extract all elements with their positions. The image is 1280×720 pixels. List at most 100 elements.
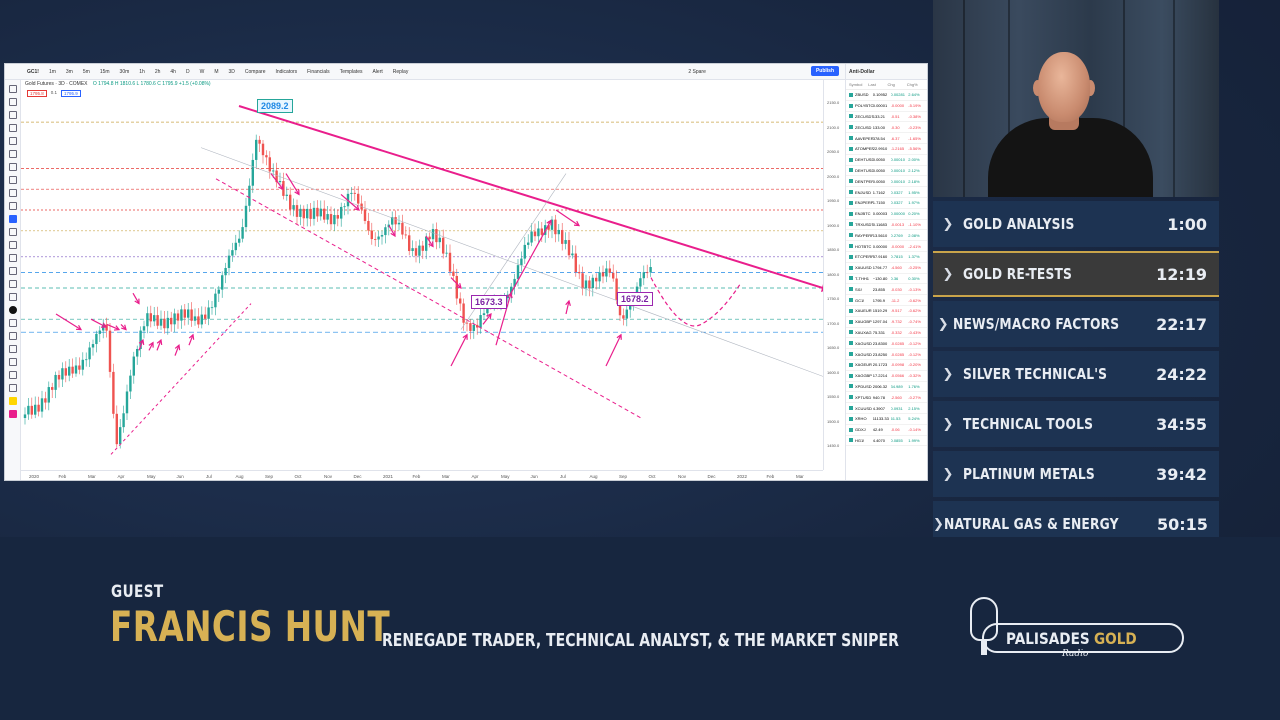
- color-picker-icon[interactable]: [8, 306, 17, 314]
- pattern-icon[interactable]: [8, 150, 17, 158]
- watchlist-row[interactable]: POLYBTC 0.00001 -0.0000 -5.19%: [846, 101, 927, 112]
- marker-icon[interactable]: [8, 358, 17, 366]
- chapter-item[interactable]: ❯ PLATINUM METALS 39:42: [933, 451, 1219, 497]
- watchlist-row[interactable]: XAUEUR 1519.29 -9.517 -0.62%: [846, 306, 927, 317]
- watchlist-row[interactable]: XAUGBP 1297.04 -9.732 -0.74%: [846, 317, 927, 328]
- trash-icon[interactable]: [8, 254, 17, 262]
- interval-3d[interactable]: 3D: [227, 68, 237, 76]
- watchlist-row[interactable]: XRHO 11133.33 61.53 5.24%: [846, 414, 927, 425]
- watchlist-row[interactable]: SI1! 23.855 -0.030 -0.13%: [846, 284, 927, 296]
- chapter-item[interactable]: ❯ SILVER TECHNICAL'S 24:22: [933, 351, 1219, 397]
- templates-button[interactable]: Templates: [338, 68, 365, 76]
- watchlist-row[interactable]: T-THH1 ~130.80 0.36 0.30%: [846, 274, 927, 285]
- brush-icon[interactable]: [8, 124, 17, 132]
- interval-m[interactable]: M: [212, 68, 220, 76]
- symbol-button[interactable]: GC1!: [25, 68, 41, 76]
- price-axis[interactable]: 2150.0 2100.0 2050.0 2000.0 1950.0 1900.0 1850…: [823, 80, 845, 470]
- yellow-swatch-icon[interactable]: [8, 397, 17, 405]
- interval-30m[interactable]: 30m: [118, 68, 132, 76]
- chapter-item[interactable]: ❯ NEWS/MACRO FACTORS 22:17: [933, 301, 1219, 347]
- arrow-tool-icon[interactable]: [8, 319, 17, 327]
- watchlist-row[interactable]: XPTUSD 940.78 -2.560 -0.27%: [846, 392, 927, 404]
- chapter-item[interactable]: ❯ GOLD RE-TESTS 12:19: [933, 251, 1219, 297]
- watchlist-row[interactable]: ENJUSD 1.7162 0.0327 1.95%: [846, 187, 927, 198]
- watchlist-row[interactable]: RAYPERP 13.5610 0.2769 2.08%: [846, 230, 927, 242]
- col-last[interactable]: Last: [868, 82, 887, 87]
- interval-w[interactable]: W: [198, 68, 207, 76]
- watchlist-row[interactable]: DEHTUSD 0.0050 0.00010 2.00%: [846, 155, 927, 166]
- watchlist-row[interactable]: XPDUSD 2006.32 34.989 1.76%: [846, 382, 927, 393]
- financials-button[interactable]: Financials: [305, 68, 332, 76]
- interval-15m[interactable]: 15m: [98, 68, 112, 76]
- replay-button[interactable]: Replay: [391, 68, 411, 76]
- interval-1h[interactable]: 1h: [137, 68, 147, 76]
- watchlist-row[interactable]: GC1! 1795.9 -11.2 -0.62%: [846, 295, 927, 306]
- watchlist-row[interactable]: XAGUSD 23.8250 -0.0285 -0.12%: [846, 349, 927, 360]
- cursor-icon[interactable]: [8, 332, 17, 340]
- watchlist-row[interactable]: HOTBTC 0.00000 -0.0000 -2.41%: [846, 241, 927, 252]
- chapter-item[interactable]: ❯ TECHNICAL TOOLS 34:55: [933, 401, 1219, 447]
- pink-swatch-icon[interactable]: [8, 410, 17, 418]
- watchlist-row[interactable]: ATOMPERP22.9910-1.2165-5.56%: [846, 144, 927, 155]
- magnet-icon[interactable]: [8, 215, 17, 223]
- candle-body: [207, 307, 210, 319]
- zoom-icon[interactable]: [8, 202, 17, 210]
- pen-icon[interactable]: [8, 345, 17, 353]
- watchlist-row[interactable]: HG1! 4.4070 0.0855 1.99%: [846, 436, 927, 447]
- candle-body: [98, 330, 101, 334]
- watchlist-row[interactable]: XAGEUR 20.1723 -0.0998 -0.20%: [846, 360, 927, 371]
- eraser-icon[interactable]: [8, 384, 17, 392]
- time-axis[interactable]: 2020 Feb Mar Apr May Jun Jul Aug Sep Oct Nov Dec 202…: [21, 470, 823, 480]
- chapter-item[interactable]: ❯ GOLD ANALYSIS 1:00: [933, 201, 1219, 247]
- crosshair-icon[interactable]: [8, 85, 17, 93]
- alert-button[interactable]: Alert: [370, 68, 384, 76]
- watchlist-row[interactable]: XAGUSD 23.8300 -0.0285 -0.12%: [846, 338, 927, 350]
- trendline-icon[interactable]: [8, 98, 17, 106]
- col-chgp[interactable]: Chg%: [907, 82, 926, 87]
- watchlist-row[interactable]: ENJBTC 0.00003 0.00000 0.20%: [846, 209, 927, 220]
- watchlist-row[interactable]: GDXJ 42.49 -0.06 -0.14%: [846, 425, 927, 436]
- watchlist-row[interactable]: TRXUSDT 0.11683 -0.0013 -1.10%: [846, 220, 927, 231]
- watchlist-row[interactable]: XAGGBP 17.2214 -0.0566 -0.32%: [846, 371, 927, 382]
- price-chart[interactable]: [21, 80, 823, 470]
- interval-5m[interactable]: 5m: [81, 68, 92, 76]
- publish-button[interactable]: Publish: [810, 66, 839, 76]
- watchlist-row[interactable]: DENTPERP0.0050 0.000102.18%: [846, 176, 927, 188]
- star-icon[interactable]: [8, 267, 17, 275]
- hide-icon[interactable]: [8, 293, 17, 301]
- shapes-icon[interactable]: [8, 176, 17, 184]
- col-symbol[interactable]: Symbol: [849, 82, 868, 87]
- watchlist-row[interactable]: ZECUSDT 133.21 -0.51 -0.38%: [846, 112, 927, 123]
- watchlist-row[interactable]: ZECUSD 133.00 -0.30 -0.23%: [846, 122, 927, 134]
- chapter-item[interactable]: ❯ NATURAL GAS & ENERGY 50:15: [933, 501, 1219, 537]
- interval-4h[interactable]: 4h: [168, 68, 178, 76]
- eye-icon[interactable]: [8, 241, 17, 249]
- sell-price[interactable]: 1795.8: [27, 90, 47, 97]
- watchlist-row[interactable]: ENJPERP 1.7150 0.0327 1.97%: [846, 198, 927, 209]
- watchlist-title[interactable]: Anti-Dollar: [846, 64, 927, 80]
- text-icon[interactable]: [8, 137, 17, 145]
- fib-icon[interactable]: [8, 111, 17, 119]
- watchlist-row[interactable]: XAUUSD 1794.77 -4.560 -0.25%: [846, 263, 927, 274]
- interval-3m[interactable]: 3m: [64, 68, 75, 76]
- candle-body: [442, 237, 445, 254]
- watchlist-row[interactable]: AAVEPERP378.54 -6.37 -1.65%: [846, 133, 927, 144]
- compare-button[interactable]: Compare: [243, 68, 268, 76]
- interval-2h[interactable]: 2h: [153, 68, 163, 76]
- interval-1m[interactable]: 1m: [47, 68, 58, 76]
- watchlist-row[interactable]: XAUXAG 75.331 -0.332 -0.43%: [846, 328, 927, 339]
- watchlist-row[interactable]: ZBUSD 0.10952 0.00281 2.64%: [846, 90, 927, 101]
- layout-button[interactable]: 2 Spare: [686, 68, 708, 76]
- watchlist-row[interactable]: XCUUSD 4.3907 0.0931 2.15%: [846, 403, 927, 414]
- indicators-button[interactable]: Indicators: [273, 68, 299, 76]
- highlighter-icon[interactable]: [8, 371, 17, 379]
- ruler-icon[interactable]: [8, 189, 17, 197]
- lock-icon[interactable]: [8, 228, 17, 236]
- buy-price[interactable]: 1795.9: [61, 90, 81, 97]
- prediction-icon[interactable]: [8, 163, 17, 171]
- watchlist-row[interactable]: ETCPERP 57.9160 0.7815 1.37%: [846, 252, 927, 263]
- stay-drawing-icon[interactable]: [8, 280, 17, 288]
- col-chg[interactable]: Chg: [888, 82, 907, 87]
- interval-d[interactable]: D: [184, 68, 192, 76]
- watchlist-row[interactable]: DEHTUSDT0.0050 0.000102.12%: [846, 166, 927, 177]
